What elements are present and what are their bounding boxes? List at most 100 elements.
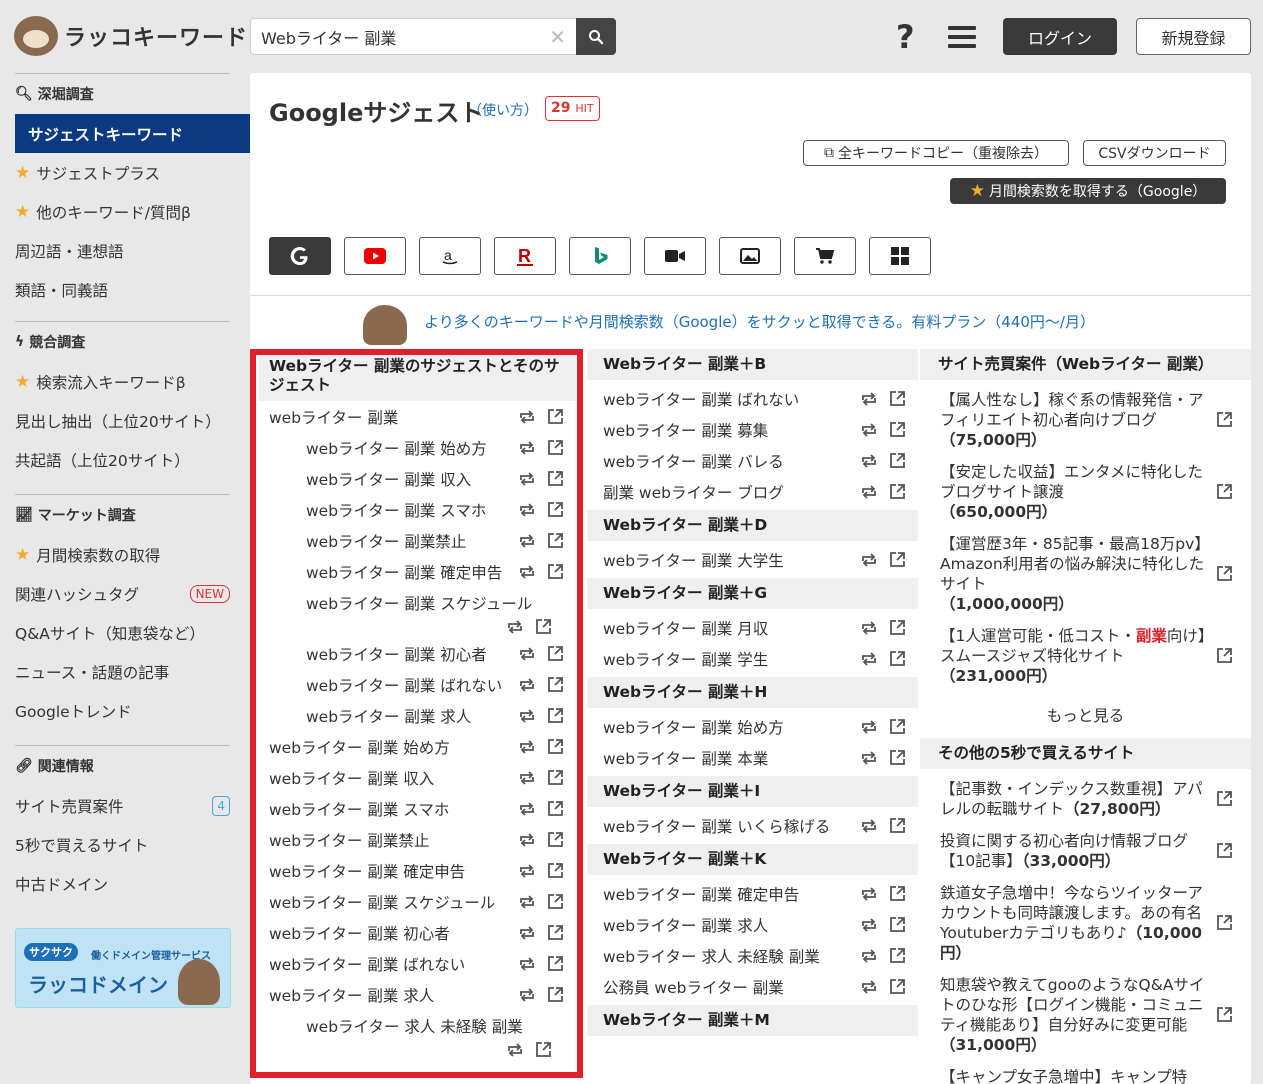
sidebar-item-monthly-volume[interactable]: ★ 月間検索数の取得 (0, 535, 250, 574)
repeat-icon[interactable] (860, 422, 878, 438)
repeat-icon[interactable] (518, 564, 536, 580)
monthly-volume-button[interactable]: ★ 月間検索数を取得する（Google） (950, 178, 1226, 204)
engine-bing[interactable] (569, 237, 631, 275)
more-link[interactable]: もっと見る (920, 692, 1251, 738)
external-link-icon[interactable] (535, 618, 552, 635)
repeat-icon[interactable] (518, 708, 536, 724)
suggest-row[interactable]: 公務員 webライター 副業 (587, 971, 918, 1002)
repeat-icon[interactable] (860, 886, 878, 902)
external-link-icon[interactable] (547, 501, 564, 518)
repeat-icon[interactable] (860, 719, 878, 735)
suggest-row[interactable]: webライター 副業 スケジュール (258, 886, 576, 917)
sidebar-item-other-keywords[interactable]: ★ 他のキーワード/質問β (0, 192, 250, 231)
external-link-icon[interactable] (1216, 914, 1233, 936)
repeat-icon[interactable] (518, 863, 536, 879)
suggest-row[interactable]: webライター 副業 (258, 401, 576, 432)
external-link-icon[interactable] (547, 986, 564, 1003)
sidebar-item-qa[interactable]: Q&Aサイト（知恵袋など） (0, 613, 250, 652)
suggest-row[interactable]: webライター 副業禁止 (258, 525, 576, 556)
external-link-icon[interactable] (547, 831, 564, 848)
suggest-row[interactable]: webライター 副業 確定申告 (258, 556, 576, 587)
external-link-icon[interactable] (1216, 1006, 1233, 1028)
external-link-icon[interactable] (889, 483, 906, 500)
suggest-row[interactable]: webライター 副業 求人 (587, 909, 918, 940)
suggest-row[interactable]: webライター 副業 確定申告 (587, 878, 918, 909)
repeat-icon[interactable] (860, 453, 878, 469)
external-link-icon[interactable] (547, 893, 564, 910)
suggest-row[interactable]: webライター 副業 始め方 (258, 432, 576, 463)
repeat-icon[interactable] (860, 484, 878, 500)
repeat-icon[interactable] (518, 894, 536, 910)
repeat-icon[interactable] (518, 471, 536, 487)
repeat-icon[interactable] (860, 750, 878, 766)
suggest-row[interactable]: webライター 副業 求人 (258, 979, 576, 1010)
site-deal-item[interactable]: 【1人運営可能・低コスト・副業向け】スムースジャズ特化サイト （231,000円） (920, 620, 1251, 692)
sidebar-item-trends[interactable]: Googleトレンド (0, 691, 250, 730)
external-link-icon[interactable] (889, 650, 906, 667)
suggest-row[interactable]: webライター 副業 学生 (587, 643, 918, 674)
external-link-icon[interactable] (889, 619, 906, 636)
site-deal-item[interactable]: 【属人性なし】稼ぐ系の情報発信・アフィリエイト初心者向けブログ （75,000円） (920, 384, 1251, 456)
suggest-row[interactable]: webライター 副業 スマホ (258, 793, 576, 824)
repeat-icon[interactable] (506, 1042, 524, 1058)
suggest-row[interactable]: webライター 副業 月収 (587, 612, 918, 643)
external-link-icon[interactable] (1216, 483, 1233, 505)
repeat-icon[interactable] (518, 440, 536, 456)
repeat-icon[interactable] (860, 917, 878, 933)
five-sec-site-item[interactable]: 【キャンプ女子急増中】キャンプ特 (920, 1061, 1251, 1084)
external-link-icon[interactable] (547, 532, 564, 549)
paid-plan-promo-link[interactable]: より多くのキーワードや月間検索数（Google）をサクッと取得できる。有料プラン… (424, 311, 1095, 332)
help-icon[interactable]: ? (896, 18, 915, 56)
repeat-icon[interactable] (518, 533, 536, 549)
sidebar-item-5sec-sites[interactable]: 5秒で買えるサイト (0, 825, 250, 864)
suggest-row[interactable]: webライター 副業 バレる (587, 445, 918, 476)
engine-google[interactable] (269, 237, 331, 275)
external-link-icon[interactable] (889, 916, 906, 933)
external-link-icon[interactable] (547, 738, 564, 755)
external-link-icon[interactable] (547, 707, 564, 724)
sidebar-item-synonyms[interactable]: 類語・同義語 (0, 270, 250, 309)
suggest-row[interactable]: webライター 副業 初心者 (258, 638, 576, 669)
suggest-row[interactable]: webライター 副業 いくら稼げる (587, 810, 918, 841)
engine-video[interactable] (644, 237, 706, 275)
sidebar-item-inflow-keywords[interactable]: ★ 検索流入キーワードβ (0, 362, 250, 401)
suggest-row[interactable]: webライター 副業 収入 (258, 762, 576, 793)
suggest-row[interactable]: webライター 副業 確定申告 (258, 855, 576, 886)
copy-all-button[interactable]: ⧉ 全キーワードコピー（重複除去） (803, 140, 1069, 166)
repeat-icon[interactable] (860, 818, 878, 834)
repeat-icon[interactable] (518, 739, 536, 755)
external-link-icon[interactable] (547, 645, 564, 662)
sidebar-item-suggest-keyword[interactable]: サジェストキーワード (15, 114, 250, 153)
hamburger-menu-icon[interactable] (948, 26, 976, 48)
external-link-icon[interactable] (889, 421, 906, 438)
search-button[interactable] (576, 18, 616, 55)
external-link-icon[interactable] (547, 563, 564, 580)
external-link-icon[interactable] (889, 452, 906, 469)
suggest-row[interactable]: webライター 副業 求人 (258, 700, 576, 731)
engine-amazon[interactable]: a (419, 237, 481, 275)
repeat-icon[interactable] (518, 770, 536, 786)
sidebar-item-related-words[interactable]: 周辺語・連想語 (0, 231, 250, 270)
external-link-icon[interactable] (889, 551, 906, 568)
engine-image[interactable] (719, 237, 781, 275)
sidebar-item-headings[interactable]: 見出し抽出（上位20サイト） (0, 401, 250, 440)
repeat-icon[interactable] (518, 677, 536, 693)
sidebar-item-cooccurrence[interactable]: 共起語（上位20サイト） (0, 440, 250, 479)
repeat-icon[interactable] (518, 646, 536, 662)
external-link-icon[interactable] (1216, 411, 1233, 433)
engine-shopping[interactable] (794, 237, 856, 275)
csv-download-button[interactable]: CSVダウンロード (1083, 140, 1226, 166)
login-button[interactable]: ログイン (1003, 18, 1117, 55)
repeat-icon[interactable] (860, 552, 878, 568)
site-deal-item[interactable]: 【運営歴3年・85記事・最高18万pv】Amazon利用者の悩み解決に特化したサ… (920, 528, 1251, 620)
external-link-icon[interactable] (889, 390, 906, 407)
repeat-icon[interactable] (518, 987, 536, 1003)
suggest-row[interactable]: webライター 副業 始め方 (258, 731, 576, 762)
search-input[interactable]: Webライター 副業 ✕ (250, 18, 576, 55)
sidebar-item-used-domain[interactable]: 中古ドメイン (0, 864, 250, 903)
five-sec-site-item[interactable]: 知恵袋や教えてgooのようなQ&Aサイトのひな形【ログイン機能・コミュニティ機能… (920, 969, 1251, 1061)
suggest-row[interactable]: webライター 求人 未経験 副業 (587, 940, 918, 971)
repeat-icon[interactable] (518, 925, 536, 941)
external-link-icon[interactable] (1216, 565, 1233, 587)
repeat-icon[interactable] (518, 502, 536, 518)
